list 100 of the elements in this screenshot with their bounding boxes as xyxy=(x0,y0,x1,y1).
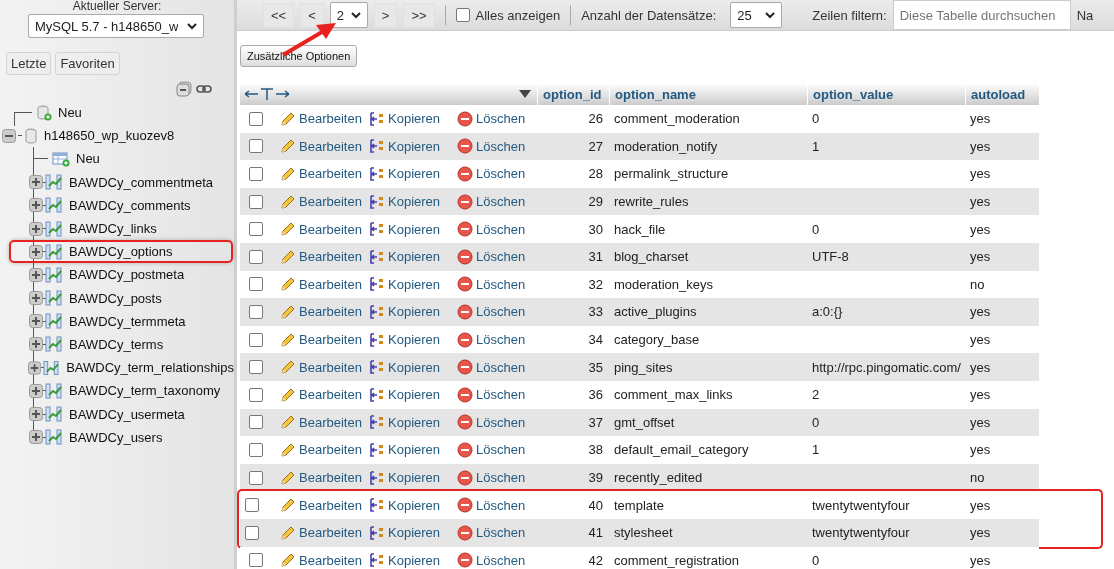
copy-link[interactable]: Kopieren xyxy=(388,304,441,320)
delete-link[interactable]: Löschen xyxy=(476,470,526,485)
copy-link[interactable]: Kopieren xyxy=(388,276,441,292)
row-checkbox[interactable] xyxy=(249,553,263,568)
collapse-all-icon[interactable] xyxy=(176,81,192,97)
delete-link[interactable]: Löschen xyxy=(476,194,526,210)
delete-link[interactable]: Löschen xyxy=(476,387,526,403)
copy-link[interactable]: Kopieren xyxy=(388,111,441,127)
copy-link[interactable]: Kopieren xyxy=(388,194,441,210)
copy-link[interactable]: Kopieren xyxy=(388,359,441,375)
tree-item[interactable]: BAWDCy_options xyxy=(69,244,173,260)
copy-link[interactable]: Kopieren xyxy=(388,497,441,513)
copy-link[interactable]: Kopieren xyxy=(388,249,441,265)
column-header[interactable]: option_id xyxy=(537,83,609,105)
filter-input-field[interactable]: Diese Tabelle durchsuchen xyxy=(892,0,1071,30)
row-checkbox[interactable] xyxy=(249,194,263,209)
edit-link[interactable]: Bearbeiten xyxy=(299,111,362,127)
row-checkbox[interactable] xyxy=(249,111,263,126)
copy-link[interactable]: Kopieren xyxy=(388,552,441,568)
delete-link[interactable]: Löschen xyxy=(476,525,526,541)
expand-icon[interactable] xyxy=(29,175,43,190)
row-checkbox[interactable] xyxy=(249,360,263,375)
tree-item[interactable]: BAWDCy_posts xyxy=(69,290,162,306)
first-page-button[interactable]: << xyxy=(263,2,295,28)
edit-link[interactable]: Bearbeiten xyxy=(299,387,362,403)
expand-icon[interactable] xyxy=(29,314,43,329)
server-select[interactable]: MySQL 5.7 - h148650_w xyxy=(28,14,204,38)
delete-link[interactable]: Löschen xyxy=(476,442,526,458)
edit-link[interactable]: Bearbeiten xyxy=(299,414,362,430)
additional-options-button[interactable]: Zusätzliche Optionen xyxy=(240,45,358,67)
delete-link[interactable]: Löschen xyxy=(476,276,526,292)
tree-item[interactable]: BAWDCy_termmeta xyxy=(69,313,186,329)
edit-link[interactable]: Bearbeiten xyxy=(299,166,362,182)
expand-icon[interactable] xyxy=(29,244,43,259)
expand-icon[interactable] xyxy=(29,383,43,398)
delete-link[interactable]: Löschen xyxy=(476,221,526,237)
edit-link[interactable]: Bearbeiten xyxy=(299,138,362,154)
tree-item[interactable]: BAWDCy_terms xyxy=(69,336,164,352)
expand-icon[interactable] xyxy=(29,198,43,213)
row-checkbox[interactable] xyxy=(249,415,263,430)
rows-count-select[interactable]: 25 xyxy=(730,2,783,28)
collapse-icon[interactable] xyxy=(2,128,16,143)
previous-page-button[interactable]: < xyxy=(300,2,324,28)
edit-link[interactable]: Bearbeiten xyxy=(299,470,362,485)
tree-item[interactable]: BAWDCy_usermeta xyxy=(69,406,185,422)
row-checkbox[interactable] xyxy=(245,525,259,540)
delete-link[interactable]: Löschen xyxy=(476,552,526,568)
copy-link[interactable]: Kopieren xyxy=(388,332,441,348)
link-icon[interactable] xyxy=(196,84,212,94)
edit-link[interactable]: Bearbeiten xyxy=(299,359,362,375)
sidebar-tab-button[interactable]: Letzte xyxy=(6,52,52,75)
delete-link[interactable]: Löschen xyxy=(476,414,526,430)
tree-item[interactable]: BAWDCy_comments xyxy=(69,197,191,213)
delete-link[interactable]: Löschen xyxy=(476,166,526,182)
page-select[interactable]: 2 xyxy=(329,2,368,28)
row-checkbox[interactable] xyxy=(249,332,263,347)
row-checkbox[interactable] xyxy=(245,498,259,513)
delete-link[interactable]: Löschen xyxy=(476,111,526,127)
edit-link[interactable]: Bearbeiten xyxy=(299,249,362,265)
edit-link[interactable]: Bearbeiten xyxy=(299,194,362,210)
copy-link[interactable]: Kopieren xyxy=(388,525,441,541)
tree-item[interactable]: BAWDCy_users xyxy=(69,429,163,445)
delete-link[interactable]: Löschen xyxy=(476,332,526,348)
row-checkbox[interactable] xyxy=(249,470,263,485)
column-resize-icon[interactable] xyxy=(244,87,290,101)
delete-link[interactable]: Löschen xyxy=(476,304,526,320)
copy-link[interactable]: Kopieren xyxy=(388,387,441,403)
tree-item[interactable]: h148650_wp_kuozev8 xyxy=(44,128,175,144)
sort-triangle-icon[interactable] xyxy=(519,90,531,98)
edit-link[interactable]: Bearbeiten xyxy=(299,304,362,320)
delete-link[interactable]: Löschen xyxy=(476,359,526,375)
expand-icon[interactable] xyxy=(29,221,43,236)
expand-icon[interactable] xyxy=(29,267,43,282)
row-checkbox[interactable] xyxy=(249,277,263,292)
edit-link[interactable]: Bearbeiten xyxy=(299,276,362,292)
copy-link[interactable]: Kopieren xyxy=(388,166,441,182)
expand-icon[interactable] xyxy=(29,430,43,445)
delete-link[interactable]: Löschen xyxy=(476,497,526,513)
row-checkbox[interactable] xyxy=(249,442,263,457)
tree-item[interactable]: Neu xyxy=(76,151,100,167)
edit-link[interactable]: Bearbeiten xyxy=(299,497,362,513)
show-all-checkbox[interactable] xyxy=(455,8,470,22)
column-header[interactable]: option_name xyxy=(609,83,807,105)
column-header[interactable]: autoload xyxy=(965,83,1039,105)
sidebar-tab-button[interactable]: Favoriten xyxy=(55,52,120,75)
tree-item[interactable]: BAWDCy_term_relationships xyxy=(66,360,234,376)
copy-link[interactable]: Kopieren xyxy=(388,470,441,485)
row-checkbox[interactable] xyxy=(249,167,263,181)
next-page-button[interactable]: > xyxy=(373,2,398,28)
row-checkbox[interactable] xyxy=(249,249,263,264)
expand-icon[interactable] xyxy=(29,291,43,306)
delete-link[interactable]: Löschen xyxy=(476,138,526,154)
tree-item[interactable]: Neu xyxy=(58,105,82,121)
tree-item[interactable]: BAWDCy_postmeta xyxy=(69,267,185,283)
row-checkbox[interactable] xyxy=(249,387,263,402)
copy-link[interactable]: Kopieren xyxy=(388,138,441,154)
expand-icon[interactable] xyxy=(28,360,42,375)
copy-link[interactable]: Kopieren xyxy=(388,221,441,237)
edit-link[interactable]: Bearbeiten xyxy=(299,221,362,237)
copy-link[interactable]: Kopieren xyxy=(388,414,441,430)
